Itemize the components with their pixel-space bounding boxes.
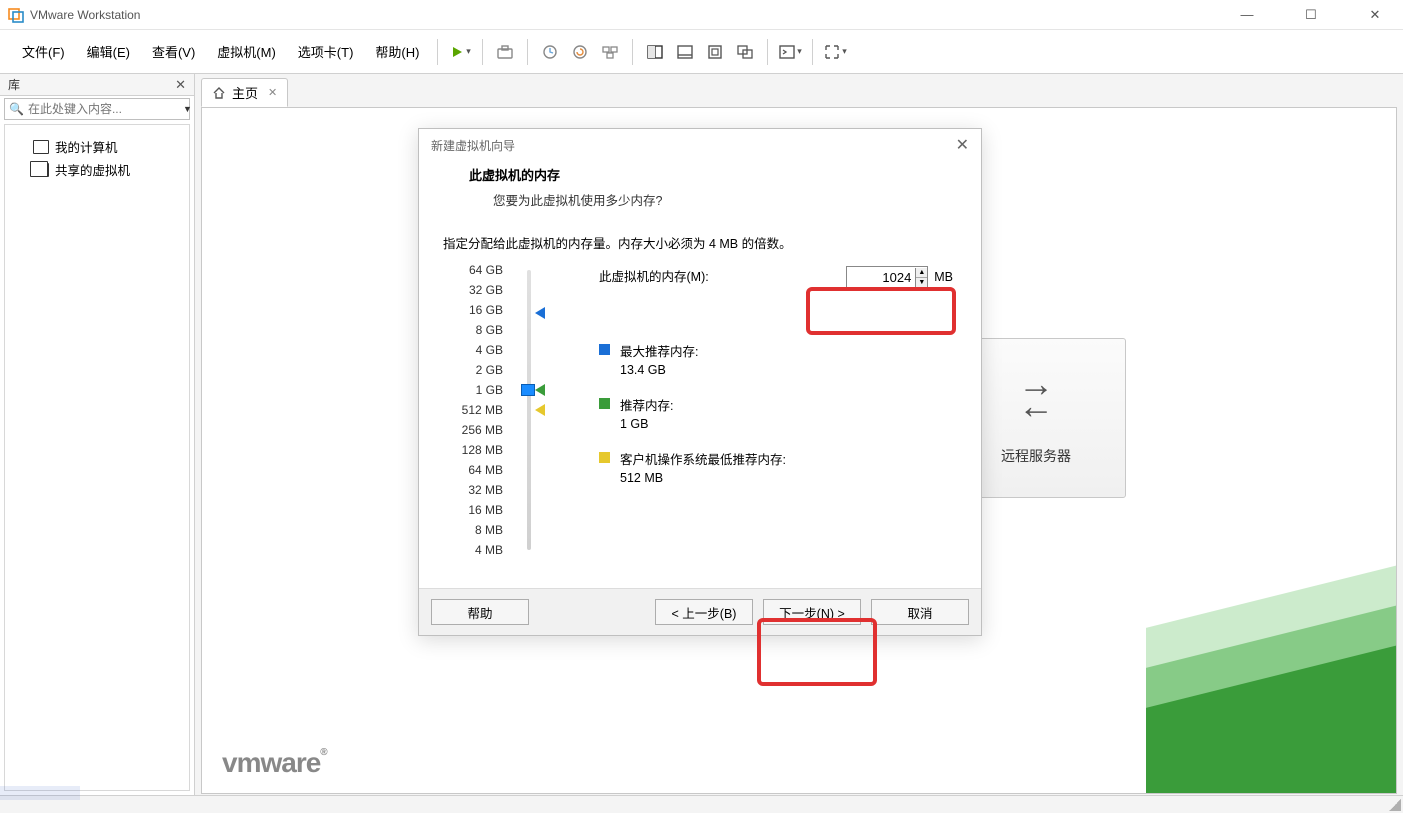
menu-file[interactable]: 文件(F) (12, 38, 75, 65)
dropdown-icon: ▾ (466, 46, 471, 57)
memory-input[interactable] (847, 270, 915, 285)
library-title: 库 (8, 76, 20, 93)
home-icon (212, 86, 226, 100)
memory-unit: MB (934, 270, 953, 284)
shared-vms-icon (33, 163, 49, 177)
tab-strip: 主页 ✕ (195, 74, 1403, 107)
menu-view[interactable]: 查看(V) (142, 38, 205, 65)
library-search[interactable]: 🔍 ▼ (4, 98, 190, 120)
window-title: VMware Workstation (30, 8, 140, 22)
artifact (0, 786, 80, 800)
dialog-titlebar: 新建虚拟机向导 ✕ (419, 129, 981, 161)
max-memory-marker-icon (535, 307, 545, 319)
separator (632, 39, 633, 65)
dropdown-icon[interactable]: ▼ (183, 104, 192, 114)
library-item-label: 共享的虚拟机 (55, 160, 130, 179)
toolbar-stretch-icon[interactable]: ▾ (821, 38, 849, 66)
vmware-logo-icon (8, 7, 24, 23)
memory-markers (535, 270, 551, 550)
dialog-header-main: 此虚拟机的内存 (469, 165, 957, 184)
tab-label: 主页 (232, 83, 258, 102)
decorative-corner (1126, 593, 1397, 794)
toolbar-sidebyside-icon[interactable] (641, 38, 669, 66)
dialog-header: 此虚拟机的内存 您要为此虚拟机使用多少内存? (419, 161, 981, 223)
separator (812, 39, 813, 65)
toolbar-unity-icon[interactable] (731, 38, 759, 66)
menu-tabs[interactable]: 选项卡(T) (288, 38, 364, 65)
toolbar-console-icon[interactable]: ▾ (776, 38, 804, 66)
resize-grip-icon[interactable] (1389, 799, 1401, 811)
menu-vm[interactable]: 虚拟机(M) (207, 38, 286, 65)
library-close-icon[interactable]: ✕ (175, 77, 186, 93)
toolbar-single-icon[interactable] (671, 38, 699, 66)
title-bar: VMware Workstation — ☐ ✕ (0, 0, 1403, 30)
legend-max-label: 最大推荐内存: (620, 341, 698, 360)
computer-icon (33, 140, 49, 154)
memory-legend: 最大推荐内存: 13.4 GB 推荐内存: 1 GB (599, 341, 957, 485)
help-button[interactable]: 帮助 (431, 599, 529, 625)
min-memory-marker-icon (535, 404, 545, 416)
dialog-title: 新建虚拟机向导 (431, 137, 515, 154)
toolbar-snap-revert-icon[interactable] (566, 38, 594, 66)
maximize-button[interactable]: ☐ (1291, 7, 1331, 23)
connect-arrows-icon: →← (1018, 370, 1054, 426)
legend-min-label: 客户机操作系统最低推荐内存: (620, 449, 786, 468)
legend-rec-value: 1 GB (620, 417, 673, 431)
close-button[interactable]: ✕ (1355, 7, 1395, 23)
legend-max-value: 13.4 GB (620, 363, 698, 377)
library-tree: 我的计算机 共享的虚拟机 (4, 124, 190, 791)
minimize-button[interactable]: — (1227, 7, 1267, 23)
search-input[interactable] (28, 102, 183, 116)
spinner-up-icon[interactable]: ▲ (916, 268, 927, 278)
legend-square-icon (599, 344, 610, 355)
menu-bar: 文件(F) 编辑(E) 查看(V) 虚拟机(M) 选项卡(T) 帮助(H) ▾ … (0, 30, 1403, 74)
dialog-instruction: 指定分配给此虚拟机的内存量。内存大小必须为 4 MB 的倍数。 (443, 233, 957, 252)
library-item-mycomputer[interactable]: 我的计算机 (5, 135, 189, 158)
library-panel: 库 ✕ 🔍 ▼ 我的计算机 共享的虚拟机 (0, 74, 195, 795)
toolbar-snap-manage-icon[interactable] (596, 38, 624, 66)
dialog-header-sub: 您要为此虚拟机使用多少内存? (469, 190, 957, 209)
dropdown-icon: ▾ (797, 46, 802, 57)
memory-slider-track[interactable] (527, 270, 531, 550)
separator (767, 39, 768, 65)
toolbar-snapshot-icon[interactable] (491, 38, 519, 66)
back-button[interactable]: < 上一步(B) (655, 599, 753, 625)
tab-close-icon[interactable]: ✕ (268, 86, 277, 99)
tab-home[interactable]: 主页 ✕ (201, 78, 288, 107)
menu-help[interactable]: 帮助(H) (365, 38, 429, 65)
spinner-down-icon[interactable]: ▼ (916, 278, 927, 287)
recommended-memory-marker-icon (535, 384, 545, 396)
vmware-wordmark: vmware® (222, 747, 327, 779)
memory-spinner[interactable]: ▲ ▼ (846, 266, 928, 288)
next-button[interactable]: 下一步(N) > (763, 599, 861, 625)
separator (437, 39, 438, 65)
dropdown-icon: ▾ (842, 46, 847, 57)
separator (527, 39, 528, 65)
legend-min-value: 512 MB (620, 471, 786, 485)
legend-square-icon (599, 398, 610, 409)
memory-slider-handle[interactable] (521, 384, 535, 396)
library-header: 库 ✕ (0, 74, 194, 96)
menu-edit[interactable]: 编辑(E) (77, 38, 140, 65)
new-vm-wizard-dialog: 新建虚拟机向导 ✕ 此虚拟机的内存 您要为此虚拟机使用多少内存? 指定分配给此虚… (418, 128, 982, 636)
power-on-button[interactable]: ▾ (446, 38, 474, 66)
dialog-footer: 帮助 < 上一步(B) 下一步(N) > 取消 (419, 588, 981, 635)
cancel-button[interactable]: 取消 (871, 599, 969, 625)
status-bar (0, 795, 1403, 813)
library-item-label: 我的计算机 (55, 137, 118, 156)
toolbar-fullscreen-icon[interactable] (701, 38, 729, 66)
card-label: 远程服务器 (1001, 446, 1071, 466)
legend-square-icon (599, 452, 610, 463)
search-icon: 🔍 (9, 102, 24, 116)
dialog-close-icon[interactable]: ✕ (956, 135, 969, 155)
legend-rec-label: 推荐内存: (620, 395, 673, 414)
dialog-body: 指定分配给此虚拟机的内存量。内存大小必须为 4 MB 的倍数。 64 GB 32… (419, 223, 981, 588)
toolbar-snap-take-icon[interactable] (536, 38, 564, 66)
separator (482, 39, 483, 65)
library-item-shared[interactable]: 共享的虚拟机 (5, 158, 189, 181)
